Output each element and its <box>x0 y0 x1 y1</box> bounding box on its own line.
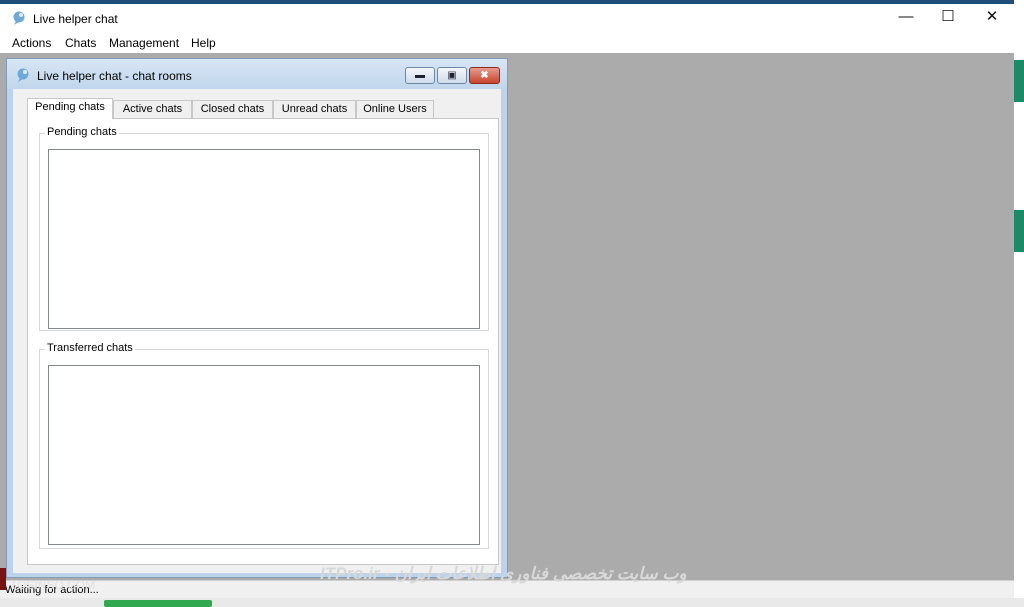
background-green-block <box>1014 210 1024 252</box>
chat-bubble-icon <box>13 11 25 25</box>
watermark-site: TOSINSO.COM <box>10 578 96 592</box>
tab-pending-chats[interactable]: Pending chats <box>27 98 113 119</box>
close-button[interactable]: ✕ <box>970 4 1014 30</box>
watermark-brand: ITPro.ir - وب سایت تخصصی فناوری اطلاعات … <box>320 564 687 583</box>
minimize-icon: ▬ <box>415 70 425 81</box>
pending-chats-list[interactable] <box>48 149 480 329</box>
transferred-chats-group-label: Transferred chats <box>45 342 135 354</box>
tab-closed-chats[interactable]: Closed chats <box>192 100 273 118</box>
minimize-icon: — <box>898 8 914 25</box>
close-icon: ✕ <box>985 8 999 25</box>
tab-unread-chats[interactable]: Unread chats <box>273 100 356 118</box>
taskbar-strip <box>0 598 1024 607</box>
chat-bubble-icon <box>17 68 29 82</box>
tab-active-chats[interactable]: Active chats <box>113 100 192 118</box>
chat-rooms-title: Live helper chat - chat rooms <box>37 69 192 83</box>
maximize-icon: ▣ <box>447 70 457 81</box>
chat-rooms-title-bar[interactable]: Live helper chat - chat rooms ▬ ▣ ✖ <box>7 59 507 89</box>
maximize-button[interactable]: ☐ <box>926 4 970 30</box>
child-maximize-button[interactable]: ▣ <box>437 67 467 84</box>
menu-actions[interactable]: Actions <box>12 36 51 50</box>
chat-rooms-body: Pending chats Active chats Closed chats … <box>13 89 501 573</box>
background-green-block <box>1014 60 1024 102</box>
minimize-button[interactable]: — <box>884 4 928 30</box>
chat-rooms-window: Live helper chat - chat rooms ▬ ▣ ✖ Pend… <box>6 58 508 578</box>
pending-chats-group-label: Pending chats <box>45 126 119 138</box>
window-title: Live helper chat <box>33 12 118 26</box>
pending-chats-group: Pending chats <box>39 126 489 331</box>
main-window: Live helper chat — ☐ ✕ Actions Chats Man… <box>0 4 1014 599</box>
tab-online-users[interactable]: Online Users <box>356 100 434 118</box>
pending-chats-page: Pending chats Transferred chats <box>27 118 499 565</box>
child-close-button[interactable]: ✖ <box>469 67 500 84</box>
menu-bar: Actions Chats Management Help <box>0 30 1014 54</box>
taskbar-progress <box>104 600 212 607</box>
background-window-edge <box>1014 0 1024 607</box>
menu-help[interactable]: Help <box>191 36 216 50</box>
maximize-icon: ☐ <box>941 8 955 25</box>
child-minimize-button[interactable]: ▬ <box>405 67 435 84</box>
transferred-chats-group: Transferred chats <box>39 342 489 549</box>
background-red-edge <box>0 568 6 590</box>
transferred-chats-list[interactable] <box>48 365 480 545</box>
close-icon: ✖ <box>480 70 489 81</box>
menu-chats[interactable]: Chats <box>65 36 96 50</box>
title-bar[interactable]: Live helper chat — ☐ ✕ <box>0 4 1014 30</box>
menu-management[interactable]: Management <box>109 36 179 50</box>
